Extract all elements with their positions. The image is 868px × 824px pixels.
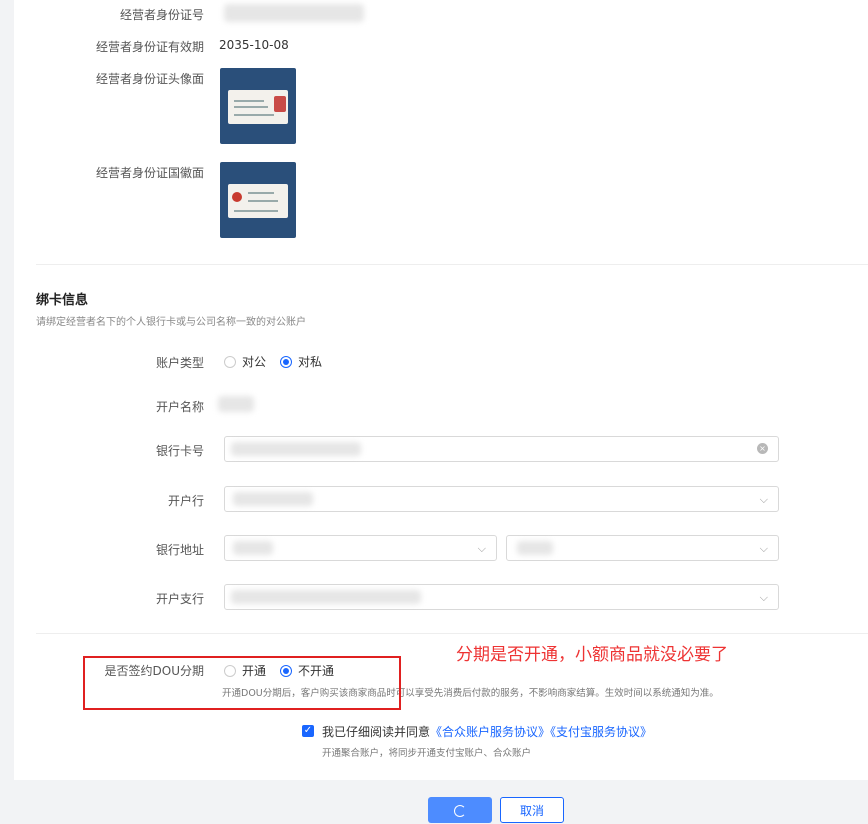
cancel-button[interactable]: 取消 <box>500 797 564 823</box>
branch-label: 开户支行 <box>155 592 204 606</box>
confirm-button[interactable] <box>428 797 492 823</box>
account-type-label: 账户类型 <box>155 356 204 370</box>
bank-province-select[interactable]: ⌵ <box>224 535 497 561</box>
card-number-label: 银行卡号 <box>155 444 204 458</box>
agreement-link-hezhong[interactable]: 《合众账户服务协议》 <box>430 725 550 739</box>
bank-address-label: 银行地址 <box>155 543 204 557</box>
section-divider <box>36 633 868 634</box>
agreement-checkbox[interactable]: ✓ <box>302 725 314 737</box>
account-name-value-redacted <box>218 396 254 412</box>
id-back-image[interactable] <box>220 162 296 238</box>
id-front-image[interactable] <box>220 68 296 144</box>
annotation-note: 分期是否开通，小额商品就没必要了 <box>456 645 728 665</box>
bank-city-select[interactable]: ⌵ <box>506 535 779 561</box>
chevron-down-icon: ⌵ <box>759 591 768 604</box>
chevron-down-icon: ⌵ <box>759 493 768 506</box>
chevron-down-icon: ⌵ <box>759 542 768 555</box>
form-panel: 经营者身份证号 经营者身份证有效期 2035-10-08 经营者身份证头像面 经… <box>14 0 868 780</box>
bank-section-title: 绑卡信息 <box>36 293 89 308</box>
bank-select[interactable]: ⌵ <box>224 486 779 512</box>
agreement-text: 我已仔细阅读并同意《合众账户服务协议》《支付宝服务协议》 <box>322 723 652 740</box>
agreement-link-alipay[interactable]: 《支付宝服务协议》 <box>550 725 652 739</box>
id-number-label: 经营者身份证号 <box>119 8 204 22</box>
bank-label: 开户行 <box>167 494 204 508</box>
branch-select[interactable]: ⌵ <box>224 584 779 610</box>
bank-section-subtitle: 请绑定经营者名下的个人银行卡或与公司名称一致的对公账户 <box>36 317 306 328</box>
account-name-label: 开户名称 <box>155 400 204 414</box>
id-expiry-value: 2035-10-08 <box>219 38 289 52</box>
account-type-public-radio[interactable]: 对公 <box>224 353 266 370</box>
card-number-input[interactable]: × <box>224 436 779 462</box>
annotation-highlight-box <box>83 656 401 710</box>
id-expiry-label: 经营者身份证有效期 <box>95 40 204 54</box>
chevron-down-icon: ⌵ <box>477 542 486 555</box>
id-back-label: 经营者身份证国徽面 <box>95 166 204 180</box>
clear-icon[interactable]: × <box>757 443 768 454</box>
agreement-subtext: 开通聚合账户，将同步开通支付宝账户、合众账户 <box>322 748 532 759</box>
loading-spinner-icon <box>454 804 466 817</box>
account-type-radio-group: 对公 对私 <box>224 353 336 370</box>
section-divider <box>36 264 868 265</box>
agreement-label: 我已仔细阅读并同意 <box>322 725 431 739</box>
id-number-value-redacted <box>224 4 364 22</box>
account-type-private-radio[interactable]: 对私 <box>280 353 322 370</box>
id-front-label: 经营者身份证头像面 <box>95 72 204 86</box>
